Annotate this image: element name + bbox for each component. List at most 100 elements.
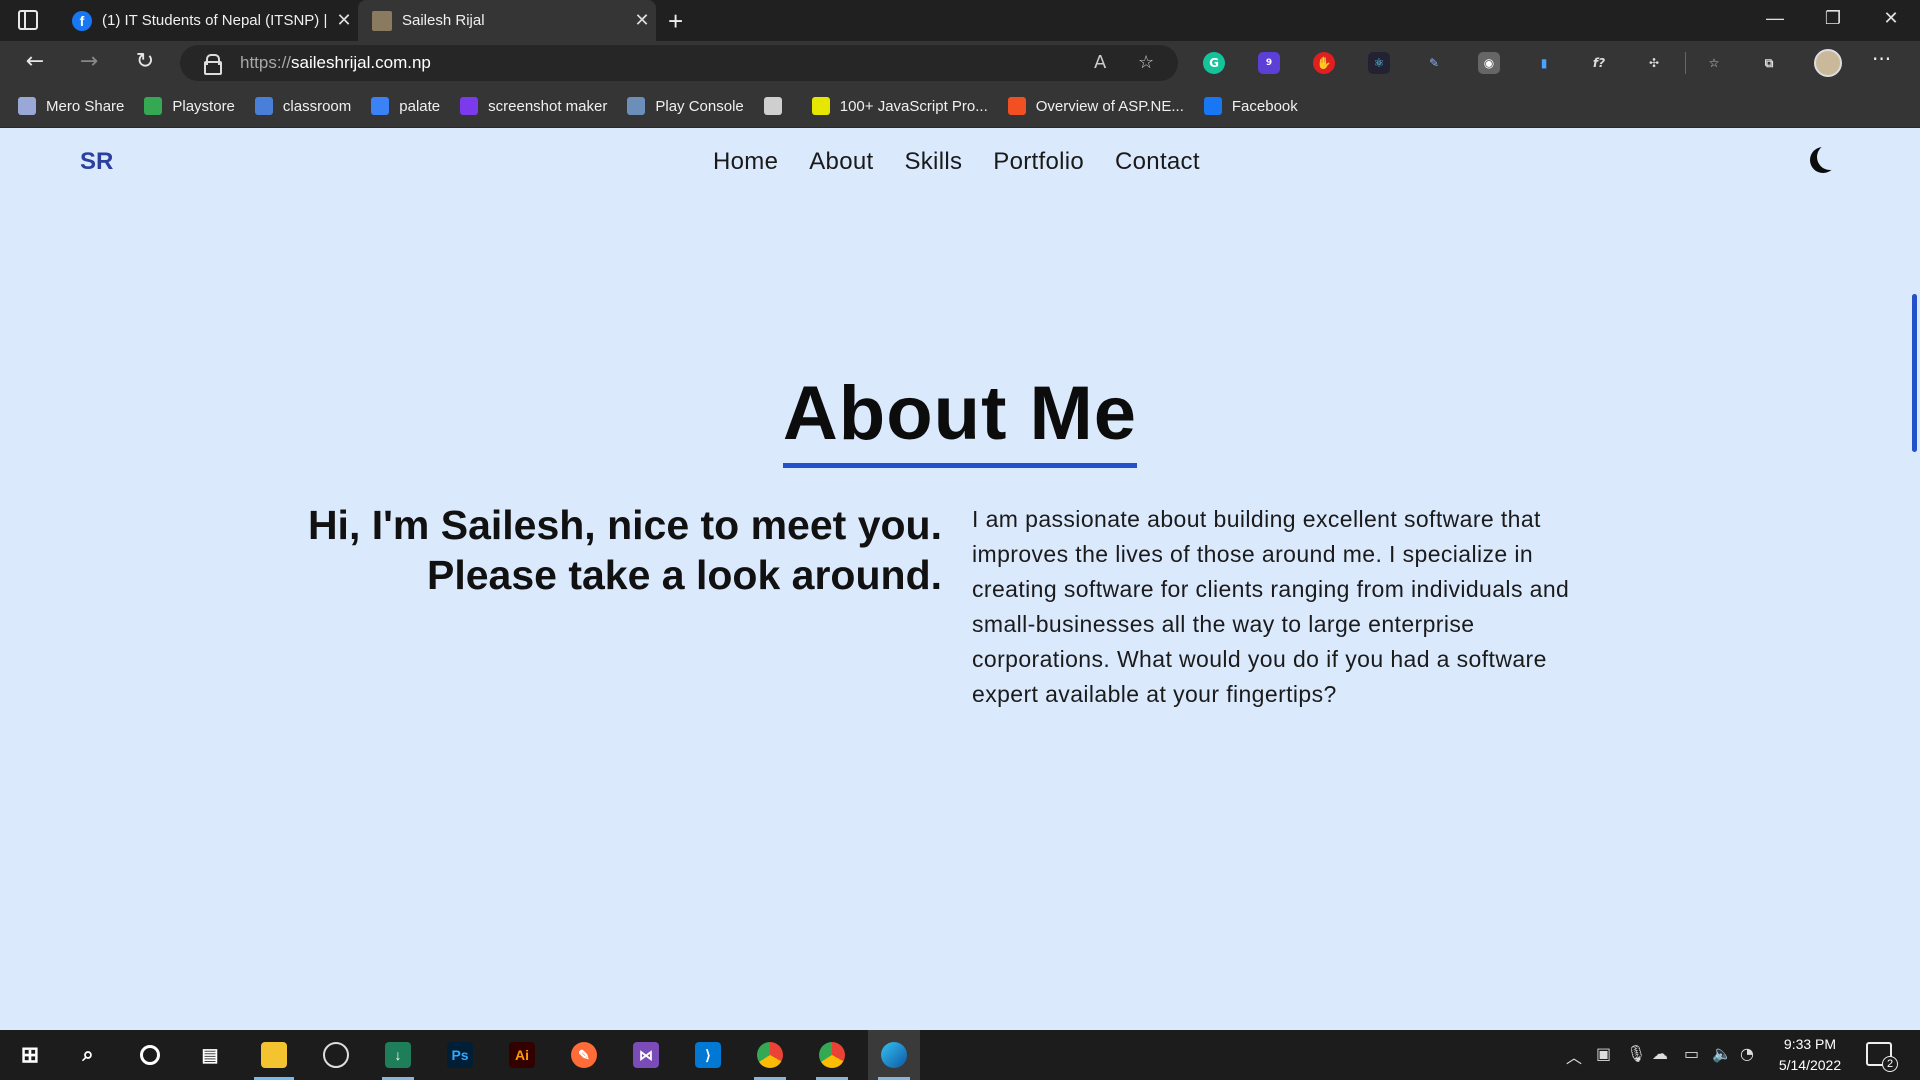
play-console-icon bbox=[627, 97, 646, 115]
back-button[interactable]: ← bbox=[20, 49, 50, 74]
microsoft-icon bbox=[1007, 97, 1026, 115]
bookmark-label: Overview of ASP.NE... bbox=[1035, 97, 1184, 115]
microphone-icon[interactable]: 🎙 bbox=[1626, 1044, 1646, 1063]
mero-share-icon bbox=[18, 97, 36, 115]
bookmark-label: 100+ JavaScript Pro... bbox=[839, 97, 988, 115]
bookmark-item[interactable]: Playstore bbox=[144, 97, 235, 115]
address-bar[interactable]: https://saileshrijal.com.np A ☆ bbox=[180, 45, 1178, 81]
postman-icon[interactable]: ✎ bbox=[558, 1030, 610, 1080]
volume-icon[interactable]: 🔈 bbox=[1712, 1044, 1732, 1063]
bookmark-label: palate bbox=[399, 97, 441, 115]
read-aloud-icon[interactable]: A bbox=[1094, 52, 1106, 73]
notification-center-icon[interactable]: 2 bbox=[1866, 1042, 1898, 1072]
onedrive-icon[interactable]: ☁ bbox=[1652, 1044, 1668, 1063]
wifi-icon[interactable]: ◔ bbox=[1740, 1044, 1754, 1063]
bookmark-item[interactable]: screenshot maker bbox=[460, 97, 607, 115]
add-favorite-icon[interactable]: ☆ bbox=[1138, 52, 1154, 73]
close-window-button[interactable]: ✕ bbox=[1866, 8, 1916, 29]
show-hidden-icons[interactable]: ︿ bbox=[1566, 1044, 1582, 1068]
start-icon[interactable]: ⊞ bbox=[4, 1030, 56, 1080]
restore-button[interactable]: ❐ bbox=[1808, 8, 1858, 29]
bookmark-item[interactable]: Mero Share bbox=[18, 97, 124, 115]
more-options-icon[interactable]: ··· bbox=[1872, 47, 1891, 71]
about-description: I am passionate about building excellent… bbox=[972, 506, 1570, 707]
new-tab-button[interactable]: + bbox=[668, 6, 683, 37]
photoshop-icon[interactable]: Ps bbox=[434, 1030, 486, 1080]
task-view-icon[interactable]: ▤ bbox=[184, 1030, 236, 1080]
profile-avatar[interactable] bbox=[1814, 49, 1842, 77]
close-tab-icon[interactable]: ✕ bbox=[330, 10, 358, 31]
tab-itsnp[interactable]: f (1) IT Students of Nepal (ITSNP) | ✕ bbox=[58, 0, 358, 41]
bookmark-item[interactable]: Overview of ASP.NE... bbox=[1007, 97, 1184, 115]
favorites-icon[interactable]: ☆ bbox=[1703, 52, 1725, 74]
nav-about[interactable]: About bbox=[809, 148, 873, 176]
browser-toolbar: ← → ↻ https://saileshrijal.com.np A ☆ G … bbox=[0, 41, 1920, 85]
bookmark-label: screenshot maker bbox=[488, 97, 608, 115]
collections-icon[interactable]: ⧉ bbox=[1758, 52, 1780, 74]
refresh-button[interactable]: ↻ bbox=[130, 49, 160, 74]
pen-icon[interactable]: ✎ bbox=[1423, 52, 1445, 74]
search-icon[interactable]: ⌕ bbox=[62, 1030, 114, 1080]
bookmark-label: Playstore bbox=[172, 97, 235, 115]
playstore-icon bbox=[144, 97, 163, 115]
facebook-icon bbox=[1203, 97, 1222, 115]
profile-photo-icon bbox=[372, 10, 392, 31]
classroom-icon bbox=[254, 97, 273, 115]
adblock-icon[interactable]: ✋ bbox=[1313, 52, 1335, 74]
nav-portfolio[interactable]: Portfolio bbox=[993, 148, 1084, 176]
bookmark-label: classroom bbox=[282, 97, 352, 115]
installer-icon[interactable]: ↓ bbox=[372, 1030, 424, 1080]
system-clock[interactable]: 9:33 PM 5/14/2022 bbox=[1760, 1034, 1860, 1076]
bookmark-item[interactable]: palate bbox=[371, 97, 440, 115]
site-logo[interactable]: SR bbox=[80, 148, 113, 176]
screenshot-maker-icon bbox=[460, 97, 479, 115]
page-viewport: SR Home About Skills Portfolio Contact A… bbox=[0, 128, 1920, 1030]
bookmark-label: Mero Share bbox=[46, 97, 125, 115]
file-explorer-icon[interactable] bbox=[248, 1030, 300, 1080]
obs-icon[interactable] bbox=[310, 1030, 362, 1080]
camera-icon[interactable]: ◉ bbox=[1478, 52, 1500, 74]
bookmark-item[interactable]: classroom bbox=[254, 97, 352, 115]
about-section-header: About Me bbox=[0, 370, 1920, 468]
clock-time: 9:33 PM bbox=[1783, 1036, 1837, 1052]
font-finder-icon[interactable]: f? bbox=[1588, 52, 1610, 74]
chrome-icon[interactable] bbox=[744, 1030, 796, 1080]
bookmarks-bar: Mero Share Playstore classroom palate screen… bbox=[0, 85, 1920, 128]
extensions-icon[interactable]: ✣ bbox=[1643, 52, 1665, 74]
chrome-profile-icon[interactable] bbox=[806, 1030, 858, 1080]
tab-title: Sailesh Rijal bbox=[402, 12, 485, 29]
tab-title: (1) IT Students of Nepal (ITSNP) | bbox=[102, 12, 328, 29]
edge-icon[interactable] bbox=[868, 1030, 920, 1080]
vscode-icon[interactable]: ⟩ bbox=[682, 1030, 734, 1080]
cortana-icon[interactable] bbox=[124, 1030, 176, 1080]
nav-contact[interactable]: Contact bbox=[1115, 148, 1200, 176]
moon-icon[interactable] bbox=[1817, 144, 1843, 170]
nav-skills[interactable]: Skills bbox=[904, 148, 962, 176]
react-devtools-icon[interactable]: ⚛ bbox=[1368, 52, 1390, 74]
file-icon bbox=[763, 97, 782, 115]
lock-icon[interactable] bbox=[204, 54, 222, 75]
bookmark-item[interactable]: Facebook bbox=[1203, 97, 1298, 115]
tab-sailesh-rijal[interactable]: Sailesh Rijal ✕ bbox=[358, 0, 656, 41]
grammarly-icon[interactable]: G bbox=[1203, 52, 1225, 74]
close-tab-icon[interactable]: ✕ bbox=[628, 10, 656, 31]
bookmark-item[interactable]: 100+ JavaScript Pro... bbox=[811, 97, 988, 115]
forward-button[interactable]: → bbox=[74, 49, 104, 74]
visual-studio-icon[interactable]: ⋈ bbox=[620, 1030, 672, 1080]
minimize-button[interactable]: — bbox=[1750, 8, 1800, 29]
meet-now-icon[interactable]: ▣ bbox=[1596, 1044, 1611, 1063]
url-text[interactable]: https://saileshrijal.com.np bbox=[240, 53, 431, 73]
tab-actions-icon[interactable] bbox=[18, 10, 38, 30]
bookmark-item[interactable]: Play Console bbox=[627, 97, 744, 115]
chart-icon[interactable]: ▮ bbox=[1533, 52, 1555, 74]
facebook-icon: f bbox=[72, 10, 92, 31]
page-scrollbar[interactable] bbox=[1912, 294, 1917, 452]
bookmark-item[interactable] bbox=[763, 97, 792, 115]
toolbar-divider bbox=[1685, 52, 1686, 74]
battery-icon[interactable]: ▭ bbox=[1684, 1044, 1699, 1063]
javascript-icon bbox=[811, 97, 830, 115]
nav-home[interactable]: Home bbox=[713, 148, 778, 176]
extension-badge-icon[interactable]: 9 bbox=[1258, 52, 1280, 74]
notification-count: 2 bbox=[1882, 1056, 1898, 1072]
illustrator-icon[interactable]: Ai bbox=[496, 1030, 548, 1080]
